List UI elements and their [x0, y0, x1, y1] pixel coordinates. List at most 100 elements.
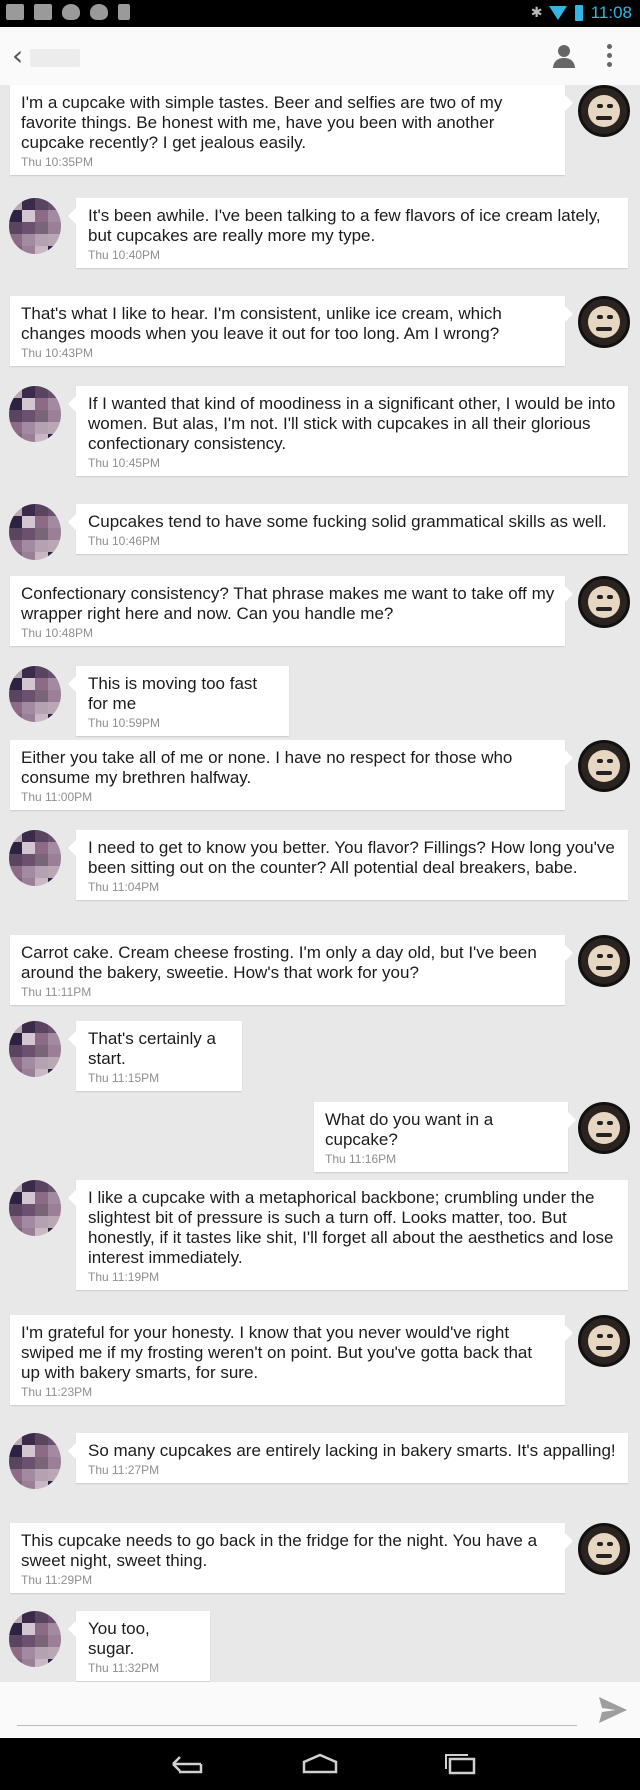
message-bubble[interactable]: I'm grateful for your honesty. I know th…	[10, 1315, 573, 1405]
message-text: I need to get to know you better. You fl…	[88, 838, 615, 877]
back-nav-icon[interactable]	[165, 1752, 205, 1776]
message-bubble[interactable]: I'm a cupcake with simple tastes. Beer a…	[10, 85, 573, 175]
cupcake-avatar[interactable]	[578, 1315, 630, 1367]
message-text: I like a cupcake with a metaphorical bac…	[88, 1188, 614, 1267]
message-text: Either you take all of me or none. I hav…	[21, 748, 513, 787]
pixelated-avatar[interactable]	[9, 198, 61, 254]
pixelated-avatar[interactable]	[9, 830, 61, 886]
input-underline	[17, 1725, 577, 1726]
message-row: That's what I like to hear. I'm consiste…	[0, 296, 640, 380]
pixelated-avatar[interactable]	[9, 666, 61, 722]
send-icon	[599, 1697, 627, 1723]
message-bubble[interactable]: It's been awhile. I've been talking to a…	[68, 198, 628, 268]
conversation-list[interactable]: I'm a cupcake with simple tastes. Beer a…	[0, 85, 640, 1682]
message-timestamp: Thu 11:04PM	[88, 880, 160, 894]
message-row: If I wanted that kind of moodiness in a …	[0, 386, 640, 490]
gmail-icon	[6, 4, 24, 20]
message-timestamp: Thu 10:40PM	[88, 248, 161, 262]
gallery-icon	[34, 4, 52, 20]
cupcake-avatar[interactable]	[578, 296, 630, 348]
message-bubble[interactable]: This cupcake needs to go back in the fri…	[10, 1523, 573, 1593]
message-input[interactable]	[17, 1694, 581, 1726]
pixelated-avatar[interactable]	[9, 386, 61, 442]
back-button[interactable]: ‹	[12, 42, 32, 70]
message-row: I'm a cupcake with simple tastes. Beer a…	[0, 85, 640, 189]
message-bubble[interactable]: Either you take all of me or none. I hav…	[10, 740, 573, 810]
message-timestamp: Thu 11:16PM	[325, 1152, 397, 1166]
message-timestamp: Thu 11:15PM	[88, 1071, 160, 1085]
message-text: It's been awhile. I've been talking to a…	[88, 206, 601, 245]
message-text: Confectionary consistency? That phrase m…	[21, 584, 555, 623]
message-timestamp: Thu 10:35PM	[21, 155, 94, 169]
pixelated-avatar[interactable]	[9, 1433, 61, 1489]
recents-nav-icon[interactable]	[440, 1752, 480, 1776]
message-timestamp: Thu 11:32PM	[88, 1661, 160, 1675]
message-bubble[interactable]: That's certainly a start. Thu 11:15PM	[68, 1021, 242, 1091]
cupcake-avatar[interactable]	[578, 935, 630, 987]
message-text: What do you want in a cupcake?	[325, 1110, 494, 1149]
message-timestamp: Thu 10:45PM	[88, 456, 161, 470]
message-bubble[interactable]: If I wanted that kind of moodiness in a …	[68, 386, 628, 476]
message-row: This cupcake needs to go back in the fri…	[0, 1523, 640, 1607]
message-text: That's what I like to hear. I'm consiste…	[21, 304, 502, 343]
action-bar: ‹	[0, 27, 640, 85]
pixelated-avatar[interactable]	[9, 1611, 61, 1667]
message-row: This is moving too fast for me Thu 10:59P…	[0, 666, 640, 736]
cupcake-avatar[interactable]	[578, 576, 630, 628]
person-icon	[558, 45, 570, 57]
message-bubble[interactable]: Confectionary consistency? That phrase m…	[10, 576, 573, 646]
pixelated-avatar[interactable]	[9, 504, 61, 560]
battery-icon	[574, 5, 583, 21]
send-button[interactable]	[598, 1696, 628, 1724]
message-bubble[interactable]: This is moving too fast for me Thu 10:59P…	[68, 666, 289, 736]
message-bubble[interactable]: I like a cupcake with a metaphorical bac…	[68, 1180, 628, 1290]
message-timestamp: Thu 11:00PM	[21, 790, 93, 804]
message-text: Cupcakes tend to have some fucking solid…	[88, 512, 607, 531]
pixelated-avatar[interactable]	[9, 1180, 61, 1236]
compose-bar	[0, 1682, 640, 1738]
home-nav-icon[interactable]	[300, 1752, 340, 1776]
cupcake-avatar[interactable]	[578, 740, 630, 792]
message-text: I'm grateful for your honesty. I know th…	[21, 1323, 533, 1382]
message-row: I need to get to know you better. You fl…	[0, 830, 640, 914]
message-bubble[interactable]: You too, sugar. Thu 11:32PM	[68, 1611, 210, 1681]
message-row: So many cupcakes are entirely lacking in…	[0, 1433, 640, 1517]
status-bar: ✱ 11:08	[0, 0, 640, 27]
message-bubble[interactable]: So many cupcakes are entirely lacking in…	[68, 1433, 628, 1483]
message-text: If I wanted that kind of moodiness in a …	[88, 394, 616, 453]
cupcake-avatar[interactable]	[578, 85, 630, 137]
cupcake-avatar[interactable]	[578, 1523, 630, 1575]
pixelated-avatar[interactable]	[9, 1021, 61, 1077]
navigation-bar	[0, 1738, 640, 1790]
message-bubble[interactable]: I need to get to know you better. You fl…	[68, 830, 628, 900]
cupcake-avatar[interactable]	[578, 1102, 630, 1154]
message-bubble[interactable]: Carrot cake. Cream cheese frosting. I'm …	[10, 935, 573, 1005]
message-row: What do you want in a cupcake? Thu 11:16P…	[0, 1102, 640, 1172]
message-row: Confectionary consistency? That phrase m…	[0, 576, 640, 660]
message-text: You too, sugar.	[88, 1619, 150, 1658]
message-timestamp: Thu 11:11PM	[21, 985, 92, 999]
tinder-icon	[62, 4, 80, 20]
phone-icon	[118, 4, 130, 20]
message-row: Cupcakes tend to have some fucking solid…	[0, 504, 640, 568]
message-row: Either you take all of me or none. I hav…	[0, 740, 640, 824]
message-timestamp: Thu 10:46PM	[88, 534, 161, 548]
overflow-menu-button[interactable]	[607, 44, 613, 70]
message-timestamp: Thu 10:59PM	[88, 716, 161, 730]
message-row: It's been awhile. I've been talking to a…	[0, 198, 640, 282]
message-bubble[interactable]: What do you want in a cupcake? Thu 11:16P…	[314, 1102, 576, 1172]
wifi-icon	[548, 6, 567, 20]
message-text: Carrot cake. Cream cheese frosting. I'm …	[21, 943, 537, 982]
message-timestamp: Thu 10:48PM	[21, 626, 94, 640]
message-text: So many cupcakes are entirely lacking in…	[88, 1441, 616, 1460]
message-bubble[interactable]: Cupcakes tend to have some fucking solid…	[68, 504, 628, 554]
message-timestamp: Thu 11:27PM	[88, 1463, 160, 1477]
status-time: 11:08	[590, 3, 632, 22]
contact-profile-button[interactable]	[552, 45, 576, 69]
message-timestamp: Thu 10:43PM	[21, 346, 94, 360]
contact-name-blurred[interactable]	[30, 49, 80, 67]
message-bubble[interactable]: That's what I like to hear. I'm consiste…	[10, 296, 573, 366]
message-row: I like a cupcake with a metaphorical bac…	[0, 1180, 640, 1304]
message-row: That's certainly a start. Thu 11:15PM	[0, 1021, 640, 1091]
message-text: I'm a cupcake with simple tastes. Beer a…	[21, 93, 503, 152]
